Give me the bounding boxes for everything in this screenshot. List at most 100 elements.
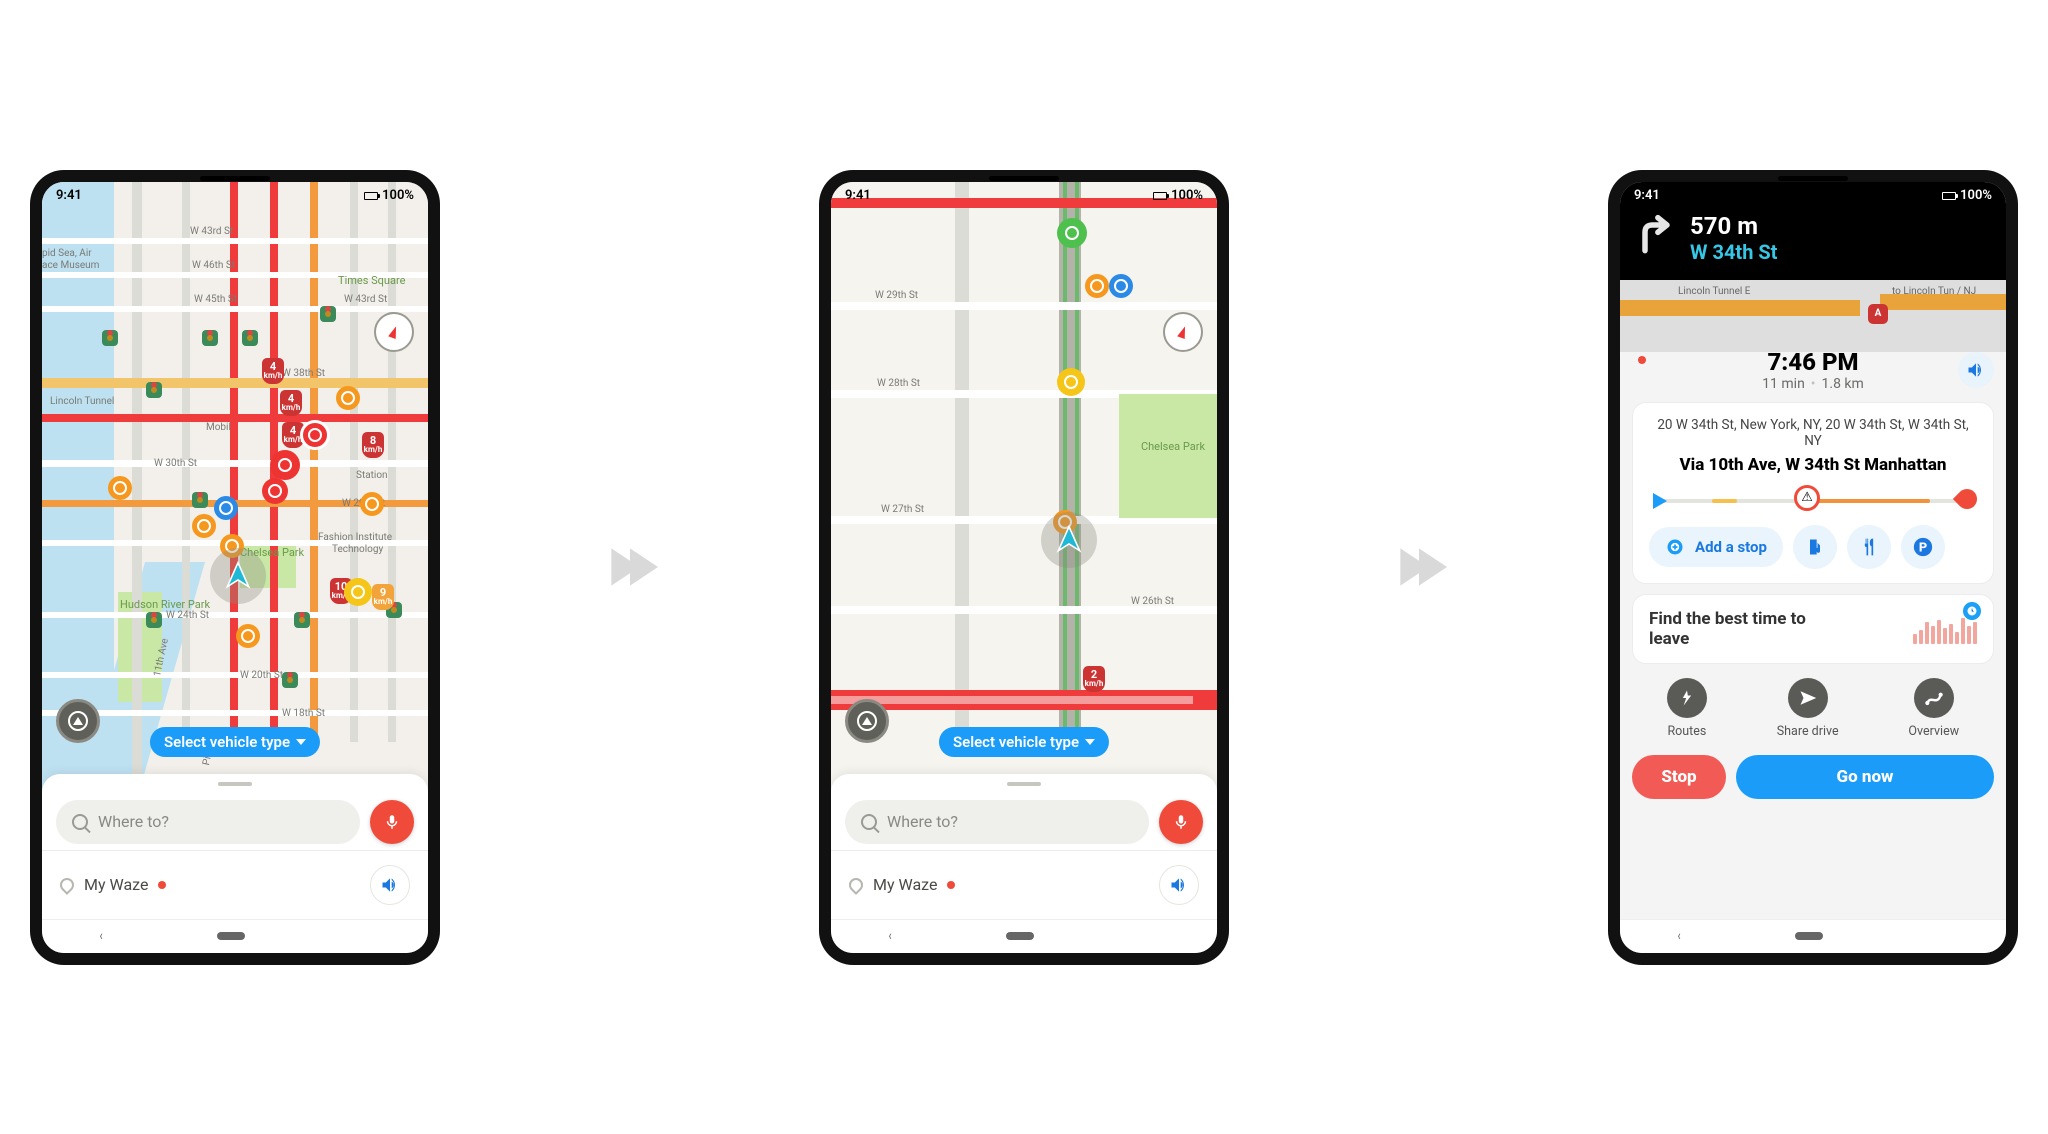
route-progress-bar: ⚠ [1655,497,1971,505]
bottom-sheet[interactable]: Where to? My Waze [831,774,1217,919]
status-bar: 9:41 100% [42,184,428,208]
nav-recent-button[interactable] [359,930,371,942]
speaker-icon [1966,360,1986,380]
map-view[interactable]: W 43rd St W 46th St W 45th St W 43rd St … [42,182,428,919]
hazard-icon [300,420,330,450]
eta-distance: 1.8 km [1822,376,1864,392]
speed-badge: 4km/h [280,390,302,416]
current-location-icon [210,548,266,604]
hazard-icon [270,450,300,480]
stop-button[interactable]: Stop [1632,755,1726,799]
routes-button[interactable]: Routes [1667,678,1707,739]
voice-search-button[interactable] [1159,800,1203,844]
time-histogram [1913,614,1977,644]
speed-badge: 8km/h [362,432,384,458]
nav-home-button[interactable] [1006,932,1034,940]
best-time-card[interactable]: Find the best time to leave [1632,594,1994,664]
wazer-icon [192,514,216,538]
search-icon [72,814,88,830]
nav-home-button[interactable] [217,932,245,940]
gas-icon [1805,537,1825,557]
mywaze-label[interactable]: My Waze [84,875,148,894]
clock-icon [1963,602,1981,620]
parking-button[interactable]: P [1901,525,1945,569]
add-stop-label: Add a stop [1695,538,1767,556]
gas-button[interactable] [1793,525,1837,569]
nav-distance: 570 m [1690,212,1777,240]
share-drive-button[interactable]: Share drive [1777,678,1839,739]
nav-back-button[interactable]: ‹ [889,928,892,944]
sound-button[interactable] [1159,865,1199,905]
wazer-icon [1057,218,1087,248]
notification-dot [158,881,166,889]
pin-icon [57,875,77,895]
search-icon [861,814,877,830]
nav-back-button[interactable]: ‹ [100,928,103,944]
phone-2: 9:41 100% W 29th St W 28th St W 27th St … [819,170,1229,965]
flow-arrow-icon [1391,539,1447,595]
voice-search-button[interactable] [370,800,414,844]
wazer-icon [1109,274,1133,298]
go-now-button[interactable]: Go now [1736,755,1994,799]
status-battery: 100% [1171,188,1203,203]
destination-card: 20 W 34th St, New York, NY, 20 W 34th St… [1632,402,1994,584]
route-panel[interactable]: 7:46 PM 11 min • 1.8 km 20 W 34th St, Ne… [1620,338,2006,919]
vehicle-type-chip[interactable]: Select vehicle type [150,727,320,757]
mic-icon [1172,813,1190,831]
vehicle-type-chip[interactable]: Select vehicle type [939,727,1109,757]
traffic-light-icon [320,306,336,322]
map-preview[interactable]: Lincoln Tunnel E to Lincoln Tun / NJ A [1620,280,2006,352]
android-navbar: ‹ [42,919,428,953]
food-button[interactable] [1847,525,1891,569]
status-bar: 9:41 100% [831,184,1217,208]
compass-button[interactable] [1163,312,1203,352]
wazer-icon [336,386,360,410]
vehicle-type-label: Select vehicle type [953,733,1079,751]
speed-badge: 4km/h [262,358,284,384]
chevron-down-icon [1085,739,1095,745]
recording-dot [1638,356,1646,364]
nav-back-button[interactable]: ‹ [1678,928,1681,944]
search-placeholder: Where to? [887,812,958,831]
traffic-light-icon [102,330,118,346]
map-view[interactable]: W 29th St W 28th St W 27th St W 26th St … [831,182,1217,919]
status-battery: 100% [1960,188,1992,203]
compass-button[interactable] [374,312,414,352]
route-start-icon [1653,493,1667,509]
sound-button[interactable] [1958,352,1994,388]
traffic-light-icon [192,492,208,508]
destination-address: 20 W 34th St, New York, NY, 20 W 34th St… [1649,417,1977,449]
bottom-sheet[interactable]: Where to? My Waze [42,774,428,919]
nav-recent-button[interactable] [1937,930,1949,942]
search-input[interactable]: Where to? [56,800,360,844]
wazer-icon [1085,274,1109,298]
grab-handle[interactable] [218,782,252,786]
sound-button[interactable] [370,865,410,905]
route-shield: A [1868,304,1888,324]
parking-icon: P [1912,536,1934,558]
traffic-light-icon [282,672,298,688]
status-battery: 100% [382,188,414,203]
route-via: Via 10th Ave, W 34th St Manhattan [1649,455,1977,475]
search-placeholder: Where to? [98,812,169,831]
overview-button[interactable]: Overview [1908,678,1959,739]
grab-handle[interactable] [1007,782,1041,786]
status-time: 9:41 [56,188,82,203]
current-location-icon [1041,512,1097,568]
traffic-light-icon [242,330,258,346]
speed-badge: 2km/h [1083,666,1105,692]
add-stop-button[interactable]: Add a stop [1649,527,1783,567]
wazer-icon [1057,368,1085,396]
traffic-light-icon [146,612,162,628]
status-time: 9:41 [1634,188,1660,203]
recenter-button[interactable] [845,699,889,743]
police-icon [214,496,238,520]
mywaze-label[interactable]: My Waze [873,875,937,894]
phone-1: 9:41 100% [30,170,440,965]
android-navbar: ‹ [1620,919,2006,953]
nav-recent-button[interactable] [1148,930,1160,942]
speaker-icon [380,875,400,895]
nav-home-button[interactable] [1795,932,1823,940]
recenter-button[interactable] [56,699,100,743]
search-input[interactable]: Where to? [845,800,1149,844]
